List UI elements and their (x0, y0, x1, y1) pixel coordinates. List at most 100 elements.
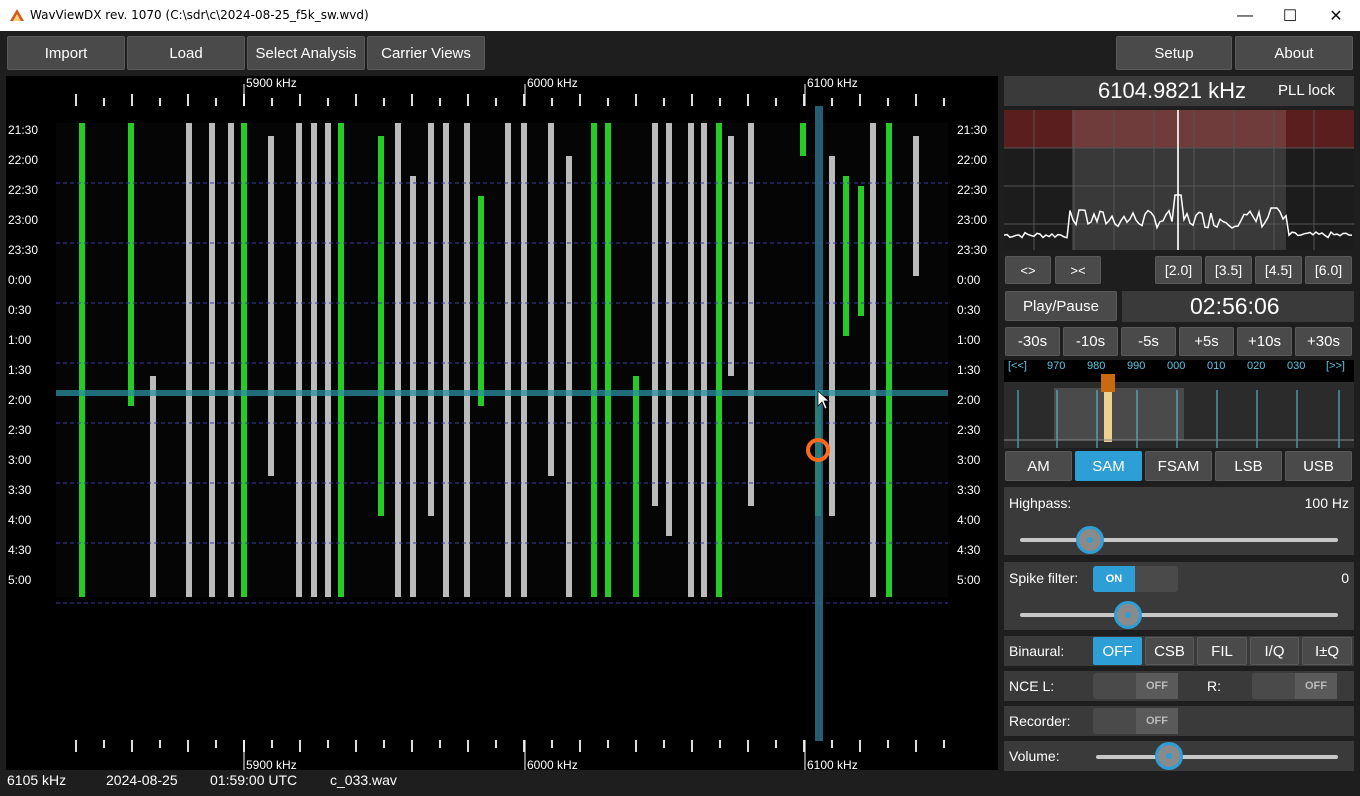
recorder-label: Recorder: (1009, 713, 1071, 729)
carrier-trace (268, 136, 274, 476)
carrier-trace (521, 123, 527, 597)
volume-panel: Volume: (1004, 741, 1354, 771)
nce-l-toggle[interactable]: OFF (1093, 673, 1178, 699)
spike-slider-knob[interactable] (1114, 601, 1143, 629)
carrier-trace (378, 136, 384, 516)
select-analysis-button[interactable]: Select Analysis (247, 36, 365, 70)
mode-lsb-button[interactable]: LSB (1215, 451, 1282, 481)
spike-filter-on-label: ON (1093, 566, 1135, 592)
carrier-trace (128, 123, 134, 406)
bw-3-5-button[interactable]: [3.5] (1205, 256, 1252, 284)
carrier-trace (150, 376, 156, 597)
scale-tick-label: 990 (1127, 360, 1146, 372)
bw-4-5-button[interactable]: [4.5] (1255, 256, 1302, 284)
mode-sam-button[interactable]: SAM (1075, 451, 1142, 481)
seek-back-5-button[interactable]: -5s (1121, 327, 1176, 356)
top-ticks (75, 94, 945, 106)
carrier-trace (410, 176, 416, 597)
nce-r-label: R: (1207, 678, 1221, 694)
nce-panel: NCE L: OFF R: OFF (1004, 671, 1354, 701)
time-cursor[interactable] (56, 390, 948, 396)
volume-label: Volume: (1009, 748, 1060, 764)
time-label-left: 3:00 (8, 453, 32, 467)
spike-slider-track[interactable] (1020, 613, 1338, 617)
carrier-trace (858, 186, 864, 316)
carrier-trace (478, 196, 484, 406)
freq-label-6000-top: 6000 kHz (527, 76, 578, 90)
volume-slider-track[interactable] (1096, 755, 1338, 759)
time-label-right: 3:30 (957, 483, 981, 497)
app-icon (10, 9, 24, 21)
waterfall-canvas[interactable] (6, 76, 998, 770)
window-title: WavViewDX rev. 1070 (C:\sdr\c\2024-08-25… (30, 8, 369, 22)
seek-back-30-button[interactable]: -30s (1005, 327, 1060, 356)
recorder-off-label: OFF (1136, 708, 1178, 734)
carrier-trace (209, 123, 215, 597)
carrier-trace (228, 123, 234, 597)
nce-l-label: NCE L: (1009, 678, 1055, 694)
time-label-left: 2:00 (8, 393, 32, 407)
minimize-button[interactable]: — (1222, 0, 1268, 31)
widen-button[interactable]: <> (1005, 256, 1051, 284)
carrier-trace (186, 123, 192, 597)
bw-6-0-button[interactable]: [6.0] (1305, 256, 1352, 284)
seek-fwd-5-button[interactable]: +5s (1179, 327, 1234, 356)
spike-filter-label: Spike filter: (1009, 570, 1079, 586)
carrier-trace (829, 156, 835, 516)
narrow-button[interactable]: >< (1055, 256, 1101, 284)
carrier-views-button[interactable]: Carrier Views (367, 36, 485, 70)
carrier-trace (591, 123, 597, 597)
status-file: c_033.wav (330, 772, 397, 788)
time-label-left: 21:30 (8, 123, 39, 137)
binaural-iq-button[interactable]: I/Q (1250, 637, 1299, 665)
seek-fwd-30-button[interactable]: +30s (1295, 327, 1352, 356)
load-button[interactable]: Load (127, 36, 245, 70)
binaural-fil-button[interactable]: FIL (1197, 637, 1247, 665)
about-button[interactable]: About (1235, 36, 1353, 70)
time-label-left: 0:30 (8, 303, 32, 317)
spike-filter-toggle[interactable]: ON (1093, 566, 1178, 592)
carrier-trace (913, 136, 919, 276)
seek-back-10-button[interactable]: -10s (1063, 327, 1118, 356)
binaural-csb-button[interactable]: CSB (1145, 637, 1194, 665)
import-button[interactable]: Import (7, 36, 125, 70)
mode-usb-button[interactable]: USB (1285, 451, 1352, 481)
time-label-right: 4:30 (957, 543, 981, 557)
carrier-trace (728, 136, 734, 376)
tuning-scale[interactable]: [<<] 970 980 990 000 010 020 030 [>>] (1004, 360, 1354, 448)
audio-spectrum[interactable] (1004, 110, 1354, 250)
setup-button[interactable]: Setup (1116, 36, 1232, 70)
mode-am-button[interactable]: AM (1005, 451, 1072, 481)
binaural-off-button[interactable]: OFF (1093, 637, 1142, 665)
time-label-left: 1:00 (8, 333, 32, 347)
carrier-trace (716, 123, 722, 597)
highpass-slider-track[interactable] (1020, 538, 1338, 542)
binaural-ipmq-button[interactable]: I±Q (1302, 637, 1352, 665)
seek-fwd-10-button[interactable]: +10s (1237, 327, 1292, 356)
playback-clock: 02:56:06 (1122, 291, 1354, 322)
play-pause-button[interactable]: Play/Pause (1005, 291, 1117, 321)
volume-slider-knob[interactable] (1154, 742, 1183, 770)
frequency-cursor[interactable] (815, 106, 823, 741)
mode-fsam-button[interactable]: FSAM (1145, 451, 1212, 481)
recorder-toggle[interactable]: OFF (1093, 708, 1178, 734)
time-label-right: 5:00 (957, 573, 981, 587)
freq-label-6000-bottom: 6000 kHz (527, 758, 578, 772)
bw-2-0-button[interactable]: [2.0] (1155, 256, 1202, 284)
highpass-slider-knob[interactable] (1075, 526, 1104, 554)
maximize-button[interactable]: ☐ (1267, 0, 1313, 31)
time-label-right: 0:00 (957, 273, 981, 287)
carrier-trace (338, 123, 344, 597)
time-label-right: 1:30 (957, 363, 981, 377)
close-button[interactable]: ✕ (1313, 0, 1359, 31)
time-label-right: 2:30 (957, 423, 981, 437)
carrier-trace (688, 123, 694, 597)
time-label-left: 23:00 (8, 213, 39, 227)
scale-next-button[interactable]: [>>] (1326, 360, 1345, 372)
highpass-value: 100 Hz (1304, 495, 1349, 511)
waterfall-panel[interactable]: 5900 kHz 6000 kHz 6100 kHz 5900 kHz 6000… (6, 76, 998, 772)
freq-label-5900-top: 5900 kHz (246, 76, 297, 90)
time-label-left: 4:00 (8, 513, 32, 527)
scale-prev-button[interactable]: [<<] (1008, 360, 1027, 372)
nce-r-toggle[interactable]: OFF (1252, 673, 1337, 699)
